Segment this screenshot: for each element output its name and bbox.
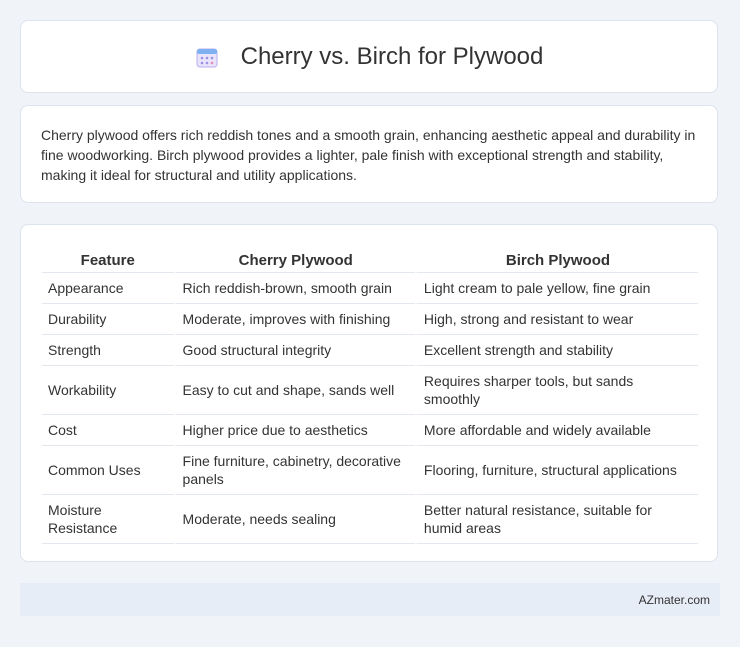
table-row: Moisture Resistance Moderate, needs seal…: [42, 495, 698, 544]
feature-cell: Moisture Resistance: [42, 495, 174, 544]
birch-cell: Better natural resistance, suitable for …: [414, 495, 698, 544]
table-row: Strength Good structural integrity Excel…: [42, 335, 698, 366]
feature-cell: Common Uses: [42, 446, 174, 495]
column-header-feature: Feature: [42, 244, 174, 273]
feature-cell: Workability: [42, 366, 174, 415]
cherry-cell: Fine furniture, cabinetry, decorative pa…: [173, 446, 415, 495]
feature-cell: Cost: [42, 415, 174, 446]
comparison-table-card: Feature Cherry Plywood Birch Plywood App…: [20, 224, 718, 562]
footer-bar: AZmater.com: [20, 583, 720, 616]
comparison-table: Feature Cherry Plywood Birch Plywood App…: [42, 244, 698, 544]
table-row: Appearance Rich reddish-brown, smooth gr…: [42, 273, 698, 304]
description-card: Cherry plywood offers rich reddish tones…: [20, 105, 718, 203]
cherry-cell: Moderate, improves with finishing: [173, 304, 415, 335]
column-header-birch: Birch Plywood: [414, 244, 698, 273]
cherry-cell: Good structural integrity: [173, 335, 415, 366]
page-title: Cherry vs. Birch for Plywood: [240, 42, 544, 70]
cherry-cell: Easy to cut and shape, sands well: [173, 366, 415, 415]
feature-cell: Appearance: [42, 273, 174, 304]
description-text: Cherry plywood offers rich reddish tones…: [41, 127, 696, 183]
table-row: Workability Easy to cut and shape, sands…: [42, 366, 698, 415]
column-header-cherry: Cherry Plywood: [173, 244, 415, 273]
birch-cell: Light cream to pale yellow, fine grain: [414, 273, 698, 304]
birch-cell: High, strong and resistant to wear: [414, 304, 698, 335]
birch-cell: Excellent strength and stability: [414, 335, 698, 366]
cherry-cell: Rich reddish-brown, smooth grain: [173, 273, 415, 304]
table-row: Cost Higher price due to aesthetics More…: [42, 415, 698, 446]
cherry-cell: Moderate, needs sealing: [173, 495, 415, 544]
birch-cell: Flooring, furniture, structural applicat…: [414, 446, 698, 495]
table-row: Common Uses Fine furniture, cabinetry, d…: [42, 446, 698, 495]
table-row: Durability Moderate, improves with finis…: [42, 304, 698, 335]
feature-cell: Strength: [42, 335, 174, 366]
footer-brand[interactable]: AZmater.com: [639, 593, 710, 607]
calendar-icon: [195, 45, 219, 69]
table-header-row: Feature Cherry Plywood Birch Plywood: [42, 244, 698, 273]
cherry-cell: Higher price due to aesthetics: [173, 415, 415, 446]
title-card: Cherry vs. Birch for Plywood: [20, 20, 718, 93]
birch-cell: More affordable and widely available: [414, 415, 698, 446]
birch-cell: Requires sharper tools, but sands smooth…: [414, 366, 698, 415]
feature-cell: Durability: [42, 304, 174, 335]
